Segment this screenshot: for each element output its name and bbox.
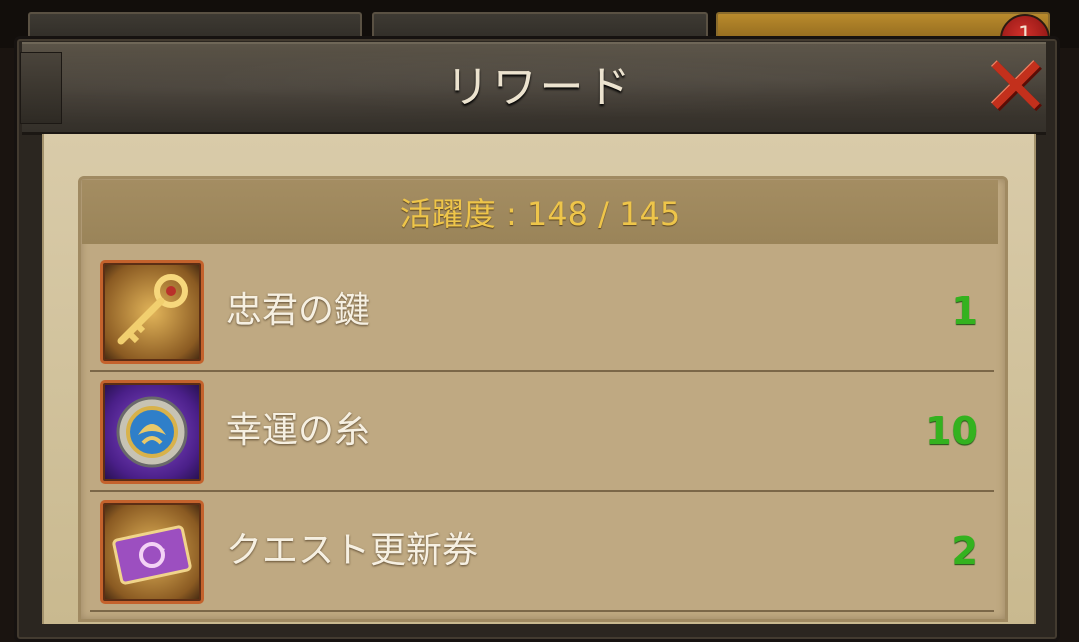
reward-quantity: 2 [951,529,978,573]
golden-key-icon [100,260,204,364]
reward-row-lucky-thread: 幸運の糸 10 [90,372,994,492]
dialog-title: リワード [445,62,634,113]
lucky-thread-medallion-icon [100,380,204,484]
reward-quantity: 1 [951,289,978,333]
quest-refresh-ticket-icon [100,500,204,604]
reward-row-loyal-key: 忠君の鍵 1 [90,252,994,372]
activity-score: 活躍度 : 148 / 145 [82,180,998,244]
reward-row-quest-ticket: クエスト更新券 2 [90,492,994,612]
close-icon[interactable]: ✕ [978,47,1054,129]
reward-name: クエスト更新券 [226,530,479,571]
reward-name: 幸運の糸 [226,410,371,451]
reward-quantity: 10 [925,409,978,453]
reward-name: 忠君の鍵 [226,290,371,331]
